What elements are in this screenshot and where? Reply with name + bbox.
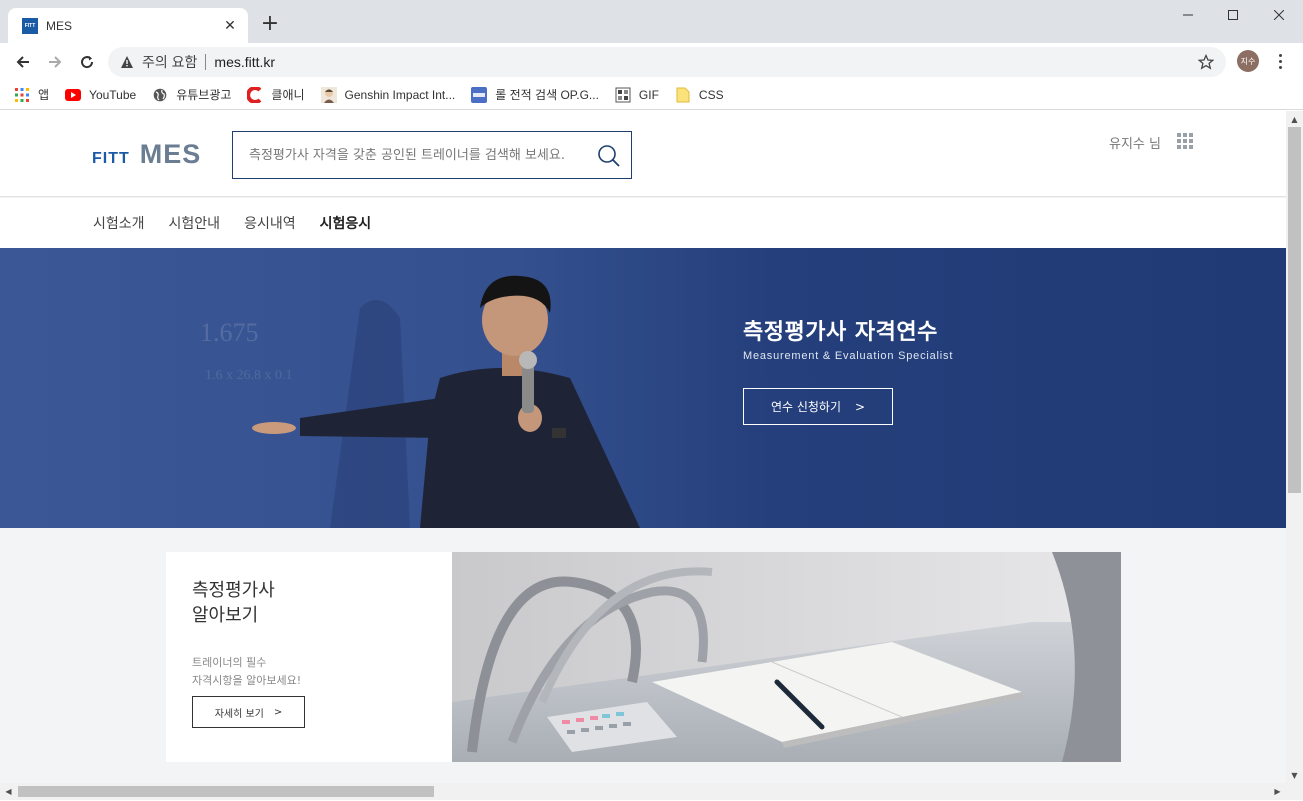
card-desc-line2: 자격시항을 알아보세요! (192, 674, 302, 687)
card-description: 트레이너의 필수 자격시항을 알아보세요! (192, 654, 301, 690)
url-text[interactable]: mes.fitt.kr (214, 54, 275, 70)
site-logo[interactable]: FITT MES (92, 139, 201, 170)
browser-tab[interactable]: FITT MES ✕ (8, 8, 248, 43)
new-tab-button[interactable]: + (258, 12, 282, 36)
hero-title: 측정평가사 자격연수 (743, 320, 938, 345)
bookmark-apps[interactable]: 앱 (14, 86, 49, 103)
grid-menu-icon[interactable] (1177, 133, 1193, 149)
bookmark-label: YouTube (89, 87, 137, 102)
bookmark-css[interactable]: CSS (675, 87, 724, 103)
horizontal-scroll-thumb[interactable] (18, 786, 434, 797)
scroll-up-icon[interactable]: ▲ (1286, 111, 1303, 127)
bookmark-gif[interactable]: GIF (615, 87, 659, 103)
forward-button[interactable] (42, 49, 68, 75)
site-search (232, 131, 632, 179)
bookmark-label: GIF (638, 87, 659, 102)
bookmark-genshin[interactable]: Genshin Impact Int... (320, 86, 456, 103)
search-icon[interactable] (597, 144, 621, 168)
browser-tab-bar: FITT MES ✕ + (0, 0, 1303, 43)
nav-take-exam[interactable]: 시험응시 (320, 213, 372, 233)
logo-mes: MES (139, 139, 202, 169)
vertical-scrollbar[interactable]: ▲ ▼ (1286, 111, 1303, 783)
view-details-button[interactable]: 자세히 보기 > (192, 696, 305, 728)
bookmark-label: 롤 전적 검색 OP.G... (495, 88, 599, 102)
address-bar[interactable]: 주의 요함 mes.fitt.kr (108, 47, 1226, 77)
card-title-line1: 측정평가사 (192, 580, 275, 601)
web-page: FITT MES 유지수 님 시험소개 시험안내 응시내역 시험응시 1.675… (0, 111, 1286, 783)
character-icon (320, 86, 337, 103)
site-header: FITT MES 유지수 님 (0, 111, 1286, 197)
nav-exam-intro[interactable]: 시험소개 (93, 213, 145, 233)
card-title: 측정평가사 알아보기 (192, 578, 426, 628)
learn-more-card: 측정평가사 알아보기 트레이너의 필수 자격시항을 알아보세요! 자세히 보기 … (166, 552, 1121, 762)
back-arrow-icon (16, 56, 29, 68)
bookmark-label: 앱 (38, 88, 50, 102)
profile-avatar[interactable]: 지수 (1237, 50, 1259, 72)
scroll-left-icon[interactable]: ◀ (0, 783, 17, 799)
bookmark-label: Genshin Impact Int... (344, 87, 456, 102)
opgg-icon (471, 86, 488, 103)
scroll-right-icon[interactable]: ▶ (1269, 783, 1286, 799)
security-label[interactable]: 주의 요함 (142, 52, 197, 72)
minimize-icon[interactable] (1165, 0, 1210, 30)
hero-presenter-image (252, 275, 640, 528)
fitt-favicon-icon: FITT (22, 17, 38, 34)
forward-arrow-icon (49, 56, 62, 68)
desk-notebook-image (452, 552, 1121, 762)
vertical-scroll-thumb[interactable] (1288, 127, 1301, 493)
card-title-line2: 알아보기 (192, 605, 259, 626)
bookmark-youtube-ads[interactable]: 유튜브광고 (152, 86, 231, 103)
bookmark-label: CSS (698, 87, 724, 102)
view-details-label: 자세히 보기 (214, 708, 264, 720)
gif-icon (615, 87, 631, 103)
search-input[interactable] (249, 147, 589, 163)
apply-training-button[interactable]: 연수 신청하기 > (743, 388, 893, 425)
bookmark-star-icon[interactable] (1198, 54, 1214, 70)
close-window-icon[interactable] (1256, 0, 1301, 30)
warning-icon (121, 56, 133, 68)
user-name[interactable]: 유지수 님 (1109, 133, 1161, 152)
scroll-down-icon[interactable]: ▼ (1286, 767, 1303, 783)
reload-button[interactable] (74, 49, 100, 75)
globe-icon (152, 87, 168, 103)
chevron-right-icon: > (273, 706, 283, 718)
bookmark-clanny[interactable]: 클애니 (247, 86, 305, 103)
logo-fitt: FITT (92, 150, 130, 167)
tab-title: MES (46, 18, 73, 33)
nav-exam-guide[interactable]: 시험안내 (169, 213, 221, 233)
c-logo-icon (247, 86, 263, 103)
nav-exam-history[interactable]: 응시내역 (244, 213, 296, 233)
main-nav: 시험소개 시험안내 응시내역 시험응시 (0, 198, 1286, 248)
browser-toolbar: 주의 요함 mes.fitt.kr 지수 (0, 43, 1303, 80)
reload-icon (81, 56, 94, 69)
back-button[interactable] (10, 49, 36, 75)
horizontal-scrollbar[interactable]: ◀ ▶ (0, 783, 1303, 800)
youtube-icon (65, 87, 82, 103)
close-tab-icon[interactable]: ✕ (222, 18, 238, 34)
apply-training-label: 연수 신청하기 (770, 400, 841, 414)
maximize-icon[interactable] (1210, 0, 1255, 30)
hero-banner: 1.675 1.6 x 26.8 x 0.1 측정평가사 자격연수 Measur… (0, 248, 1286, 528)
address-separator (205, 54, 207, 70)
bookmarks-bar: 앱 YouTube 유튜브광고 클애니 Genshin Impact Int..… (0, 80, 1303, 110)
folder-icon (675, 87, 691, 103)
bookmark-label: 유튜브광고 (176, 88, 232, 102)
bookmark-label: 클애니 (271, 88, 305, 102)
card-desc-line1: 트레이너의 필수 (192, 656, 267, 669)
hero-subtitle: Measurement & Evaluation Specialist (743, 350, 954, 362)
bookmark-youtube[interactable]: YouTube (65, 87, 136, 103)
browser-menu-icon[interactable] (1270, 50, 1290, 72)
chevron-right-icon: > (855, 399, 866, 414)
card-text-panel: 측정평가사 알아보기 트레이너의 필수 자격시항을 알아보세요! 자세히 보기 … (166, 552, 452, 762)
bookmark-opgg[interactable]: 롤 전적 검색 OP.G... (471, 86, 599, 103)
apps-icon (14, 87, 30, 103)
